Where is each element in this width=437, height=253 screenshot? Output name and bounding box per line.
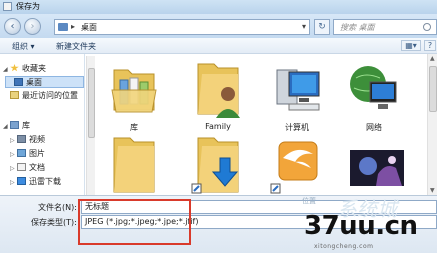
file-item-computer[interactable]: 计算机: [269, 60, 325, 132]
organize-dropdown-icon: ▾: [30, 42, 35, 51]
xunlei-download-icon: [17, 177, 26, 185]
sidebar-item-recent-places[interactable]: 最近访问的位置: [3, 90, 83, 102]
command-toolbar: 组织 ▾ 新建文件夹 ▦▾ ?: [0, 38, 437, 54]
title-bar: 保存为: [0, 0, 437, 14]
view-options-button[interactable]: ▦▾: [401, 40, 421, 51]
libraries-icon: [10, 121, 19, 129]
breadcrumb-separator: ▸: [71, 22, 76, 31]
file-item-network[interactable]: 网络: [346, 60, 402, 132]
file-item-library[interactable]: 库: [106, 60, 162, 132]
search-placeholder: 搜索 桌面: [340, 23, 375, 32]
file-item-label: Family: [205, 122, 231, 131]
computer-icon: [276, 69, 320, 111]
scroll-up-icon[interactable]: ▲: [430, 55, 435, 62]
file-item-download-folder[interactable]: [190, 132, 246, 195]
file-list: 库 Family 计算机 网络: [96, 54, 426, 195]
expand-icon[interactable]: ▷: [10, 135, 17, 147]
address-bar[interactable]: ▸ 桌面 ▾: [54, 19, 310, 35]
filename-label: 文件名(N):: [38, 203, 77, 212]
user-folder-icon: [197, 63, 240, 118]
desktop-icon: [14, 78, 23, 86]
filetype-label: 保存类型(T):: [31, 218, 77, 227]
address-text[interactable]: 桌面: [81, 22, 97, 33]
network-icon: [350, 66, 397, 109]
navigation-pane: ◢ 收藏夹 桌面 最近访问的位置 ◢ 库 ▷ 视频 ▷ 图片 ▷ 文档 ▷ 迅雷下载: [0, 54, 85, 195]
watermark: 系统城 位置 37uu.cn xitongcheng.com: [292, 193, 437, 253]
video-icon: [17, 135, 26, 143]
file-list-scrollbar[interactable]: ▲ ▼: [427, 54, 437, 195]
back-button[interactable]: ‹: [4, 18, 21, 35]
library-folder-icon: [111, 69, 157, 113]
new-folder-button[interactable]: 新建文件夹: [56, 41, 96, 52]
expand-icon[interactable]: ◢: [3, 64, 10, 76]
recent-places-icon: [10, 91, 19, 99]
watermark-logo: 37uu.cn: [304, 211, 418, 241]
desktop-folder-icon: [58, 23, 68, 31]
refresh-button[interactable]: ↻: [314, 19, 330, 35]
sidebar-item-videos[interactable]: ▷ 视频: [10, 134, 90, 146]
forward-button[interactable]: ›: [24, 18, 41, 35]
expand-icon[interactable]: ◢: [3, 121, 10, 133]
expand-icon[interactable]: ▷: [10, 177, 17, 189]
folder-icon: [113, 137, 155, 193]
sidebar-item-documents[interactable]: ▷ 文档: [10, 162, 90, 174]
sidebar-item-favorites[interactable]: ◢ 收藏夹: [3, 63, 83, 75]
navigation-pane-scrollbar[interactable]: [86, 56, 95, 195]
organize-button[interactable]: 组织 ▾: [12, 41, 35, 52]
download-folder-icon: [191, 137, 239, 194]
sidebar-item-desktop[interactable]: 桌面: [5, 76, 84, 88]
highlight-annotation: [78, 199, 191, 245]
file-item-folder[interactable]: [106, 132, 162, 195]
navigation-bar: ‹ › ▸ 桌面 ▾ ↻ 搜索 桌面: [0, 14, 437, 38]
help-button[interactable]: ?: [424, 40, 436, 51]
scrollbar-thumb[interactable]: [429, 66, 437, 112]
image-thumbnail-icon: [350, 150, 404, 186]
search-icon[interactable]: [423, 23, 431, 31]
sidebar-item-pictures[interactable]: ▷ 图片: [10, 148, 90, 160]
address-dropdown-icon[interactable]: ▾: [302, 22, 306, 31]
search-input[interactable]: 搜索 桌面: [333, 19, 437, 35]
file-item-thunder[interactable]: [269, 132, 325, 195]
sidebar-item-libraries[interactable]: ◢ 库: [3, 120, 83, 132]
file-item-family[interactable]: Family: [190, 60, 246, 132]
sidebar-item-xunlei-downloads[interactable]: ▷ 迅雷下载: [10, 176, 90, 188]
window-title: 保存为: [16, 2, 40, 11]
app-icon: [3, 2, 12, 11]
expand-icon[interactable]: ▷: [10, 149, 17, 161]
file-item-image[interactable]: [348, 132, 404, 195]
watermark-tag: 位置: [302, 197, 316, 205]
star-icon: [10, 64, 19, 72]
thunder-app-icon: [270, 141, 318, 194]
documents-icon: [17, 163, 26, 171]
watermark-url: xitongcheng.com: [314, 243, 374, 250]
pictures-icon: [17, 149, 26, 157]
scrollbar-thumb[interactable]: [88, 68, 95, 138]
expand-icon[interactable]: ▷: [10, 163, 17, 175]
